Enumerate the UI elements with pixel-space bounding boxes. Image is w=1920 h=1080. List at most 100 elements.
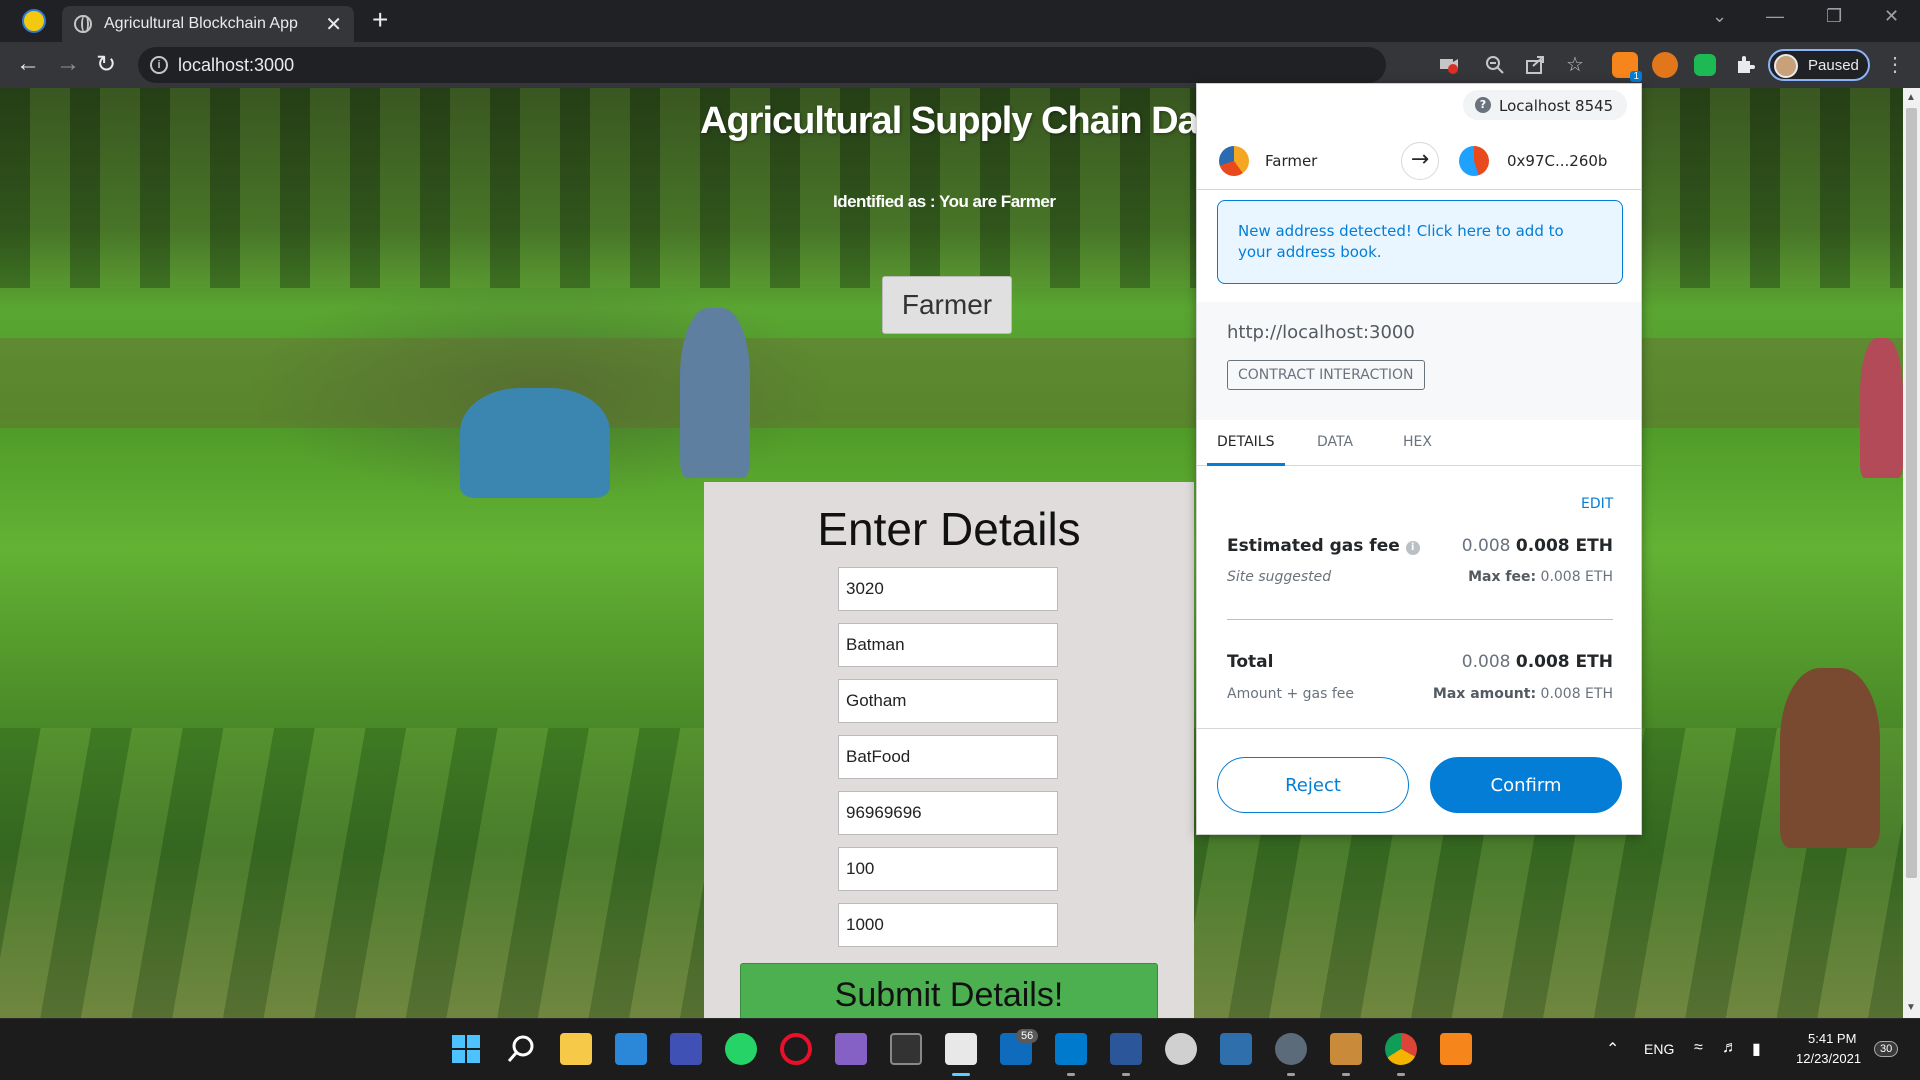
- confirm-button[interactable]: Confirm: [1430, 757, 1622, 813]
- form-field-name[interactable]: [838, 623, 1058, 667]
- new-address-notice[interactable]: New address detected! Click here to add …: [1217, 200, 1623, 284]
- active-tab-indicator: [1207, 463, 1285, 466]
- max-fee: Max fee: 0.008 ETH: [1468, 569, 1613, 585]
- file-explorer-icon[interactable]: [560, 1033, 592, 1065]
- minimize-button[interactable]: —: [1766, 6, 1784, 27]
- form-field-price[interactable]: [838, 903, 1058, 947]
- tab-close-icon[interactable]: ✕: [325, 12, 342, 37]
- share-icon[interactable]: [1524, 54, 1546, 76]
- fox-extension-icon[interactable]: [1652, 52, 1678, 78]
- arrow-right-icon: →: [1401, 142, 1439, 180]
- whiteboard-icon[interactable]: [670, 1033, 702, 1065]
- from-account-name[interactable]: Farmer: [1265, 152, 1317, 170]
- metamask-extension-icon[interactable]: 1: [1612, 52, 1642, 82]
- monitor-icon[interactable]: [1220, 1033, 1252, 1065]
- metamask-confirm-popup: ? Localhost 8545 Farmer → 0x97C...260b N…: [1196, 83, 1642, 835]
- running-app-indicator: [1342, 1073, 1350, 1076]
- terminal-icon[interactable]: [890, 1033, 922, 1065]
- form-field-product[interactable]: [838, 735, 1058, 779]
- word-icon[interactable]: [1110, 1033, 1142, 1065]
- farmer-role-button[interactable]: Farmer: [882, 276, 1012, 334]
- bookmark-star-icon[interactable]: ☆: [1564, 54, 1586, 76]
- browser-tab-bar: Agricultural Blockchain App ✕ + ⌄ — ❐ ✕: [0, 0, 1920, 42]
- submit-details-button[interactable]: Submit Details!: [740, 963, 1158, 1018]
- gas-fee-value-bold: 0.008 ETH: [1515, 536, 1613, 556]
- network-help-icon: ?: [1475, 97, 1491, 113]
- battery-icon[interactable]: ▮: [1752, 1039, 1761, 1059]
- browser-toolbar: ← → ↻ i localhost:3000 ☆ 1 Paused ⋮: [0, 42, 1920, 88]
- vscode-icon[interactable]: [1055, 1033, 1087, 1065]
- zoom-icon[interactable]: [1484, 54, 1506, 76]
- forward-icon[interactable]: →: [56, 50, 80, 78]
- tab-data[interactable]: DATA: [1317, 434, 1353, 450]
- settings-gear-icon[interactable]: [1275, 1033, 1307, 1065]
- new-tab-button[interactable]: +: [372, 4, 388, 36]
- package-box-icon[interactable]: [1330, 1033, 1362, 1065]
- total-value-bold: 0.008 ETH: [1515, 652, 1613, 672]
- tab-details[interactable]: DETAILS: [1217, 434, 1274, 450]
- volume-icon[interactable]: ♬: [1722, 1039, 1738, 1057]
- metamask-fox-icon[interactable]: [1440, 1033, 1472, 1065]
- url-text[interactable]: localhost:3000: [178, 55, 294, 76]
- scrollbar-thumb[interactable]: [1906, 108, 1917, 878]
- form-field-quantity[interactable]: [838, 847, 1058, 891]
- chrome-icon[interactable]: [1385, 1033, 1417, 1065]
- tray-chevron-up-icon[interactable]: ⌃: [1606, 1039, 1619, 1059]
- reject-button[interactable]: Reject: [1217, 757, 1409, 813]
- max-amount-value: 0.008 ETH: [1540, 686, 1613, 702]
- edit-gas-link[interactable]: EDIT: [1581, 496, 1613, 512]
- form-field-phone[interactable]: [838, 791, 1058, 835]
- running-app-indicator: [1067, 1073, 1075, 1076]
- search-icon[interactable]: [505, 1033, 537, 1065]
- back-icon[interactable]: ←: [16, 50, 40, 78]
- active-app-indicator: [952, 1073, 970, 1076]
- running-app-indicator: [1397, 1073, 1405, 1076]
- green-extension-icon[interactable]: [1694, 54, 1716, 76]
- network-selector[interactable]: ? Localhost 8545: [1463, 90, 1627, 120]
- profile-button[interactable]: Paused: [1768, 49, 1870, 81]
- address-bar[interactable]: i localhost:3000: [138, 47, 1386, 83]
- info-icon[interactable]: i: [1405, 541, 1420, 555]
- details-tabs: DETAILS DATA HEX: [1197, 420, 1641, 466]
- extension-badge: 1: [1630, 71, 1642, 82]
- windows-taskbar: 56 ⌃ ENG ≈ ♬ ▮ 5:41 PM 12/23/2021 30: [0, 1018, 1920, 1080]
- tab-hex[interactable]: HEX: [1403, 434, 1432, 450]
- site-info-icon[interactable]: i: [150, 56, 168, 74]
- notification-count[interactable]: 30: [1874, 1041, 1899, 1057]
- tab-search-icon[interactable]: ⌄: [1712, 6, 1727, 27]
- contract-interaction-badge: CONTRACT INTERACTION: [1227, 360, 1425, 390]
- gas-fee-source: Site suggested: [1227, 569, 1332, 585]
- opera-icon[interactable]: [780, 1033, 812, 1065]
- camera-blocked-icon[interactable]: [1438, 53, 1460, 75]
- scroll-up-icon[interactable]: ▲: [1906, 92, 1916, 103]
- menu-kebab-icon[interactable]: ⋮: [1884, 54, 1906, 76]
- background-farmer-figure: [1780, 668, 1880, 848]
- browser-tab[interactable]: Agricultural Blockchain App ✕: [62, 6, 354, 42]
- page-scrollbar[interactable]: ▲ ▼: [1903, 88, 1920, 1018]
- window-close-button[interactable]: ✕: [1884, 6, 1899, 27]
- from-account-identicon: [1219, 146, 1249, 176]
- restore-button[interactable]: ❐: [1826, 6, 1842, 27]
- whatsapp-icon[interactable]: [725, 1033, 757, 1065]
- mail-icon[interactable]: [615, 1033, 647, 1065]
- github-icon[interactable]: [1165, 1033, 1197, 1065]
- wifi-icon[interactable]: ≈: [1694, 1039, 1703, 1057]
- gas-fee-value: 0.008 0.008 ETH: [1462, 536, 1613, 556]
- app-logo-icon[interactable]: [22, 9, 46, 33]
- language-indicator[interactable]: ENG: [1644, 1041, 1674, 1057]
- gas-fee-value-light: 0.008: [1461, 536, 1511, 556]
- clock-date[interactable]: 12/23/2021: [1796, 1051, 1861, 1066]
- form-field-id[interactable]: [838, 567, 1058, 611]
- snipping-tool-icon[interactable]: [945, 1033, 977, 1065]
- form-title: Enter Details: [817, 503, 1081, 555]
- max-fee-value: 0.008 ETH: [1540, 569, 1613, 585]
- gas-fee-label-text: Estimated gas fee: [1227, 536, 1400, 556]
- extensions-puzzle-icon[interactable]: [1734, 54, 1756, 76]
- clock-time[interactable]: 5:41 PM: [1808, 1031, 1856, 1046]
- scroll-down-icon[interactable]: ▼: [1906, 1002, 1916, 1013]
- visual-studio-icon[interactable]: [835, 1033, 867, 1065]
- form-field-location[interactable]: [838, 679, 1058, 723]
- to-address[interactable]: 0x97C...260b: [1507, 152, 1607, 170]
- reload-icon[interactable]: ↻: [96, 50, 116, 79]
- start-icon[interactable]: [450, 1033, 482, 1065]
